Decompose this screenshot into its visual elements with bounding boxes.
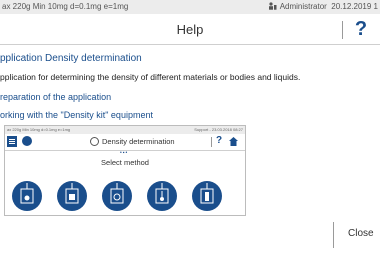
method-2-icon	[57, 181, 87, 211]
method-4-icon	[147, 181, 177, 211]
preview-title: Density determination	[102, 137, 175, 146]
page-indicator: •▪•	[120, 150, 129, 156]
preview-status-bar: ax 220g Min 10mg d=0.1mg e=1mg Support -…	[5, 126, 245, 134]
user-status: Administrator 20.12.2019 1	[268, 2, 378, 11]
preparation-link[interactable]: reparation of the application	[0, 92, 111, 102]
home-icon	[229, 137, 238, 146]
select-method-label: Select method	[101, 158, 149, 167]
footer-divider	[333, 222, 334, 248]
help-icon[interactable]: ?	[352, 17, 370, 41]
preview-help-icon: ?	[216, 135, 223, 146]
device-info: ax 220g Min 10mg d=0.1mg e=1mg	[2, 2, 129, 11]
density-icon	[90, 137, 99, 146]
density-screen-preview-image: ax 220g Min 10mg d=0.1mg e=1mg Support -…	[4, 125, 246, 216]
page-title: Help	[176, 22, 204, 37]
method-3-icon	[102, 181, 132, 211]
menu-icon	[7, 136, 17, 147]
help-heading: pplication Density determination	[0, 53, 142, 64]
preview-status-right: Support - 23.03.2018 08:27	[194, 127, 243, 132]
method-1-icon	[12, 181, 42, 211]
title-divider	[342, 21, 343, 39]
method-buttons	[5, 181, 245, 215]
footer-bar: Close	[0, 214, 380, 264]
status-date: 20.12.2019 1	[331, 2, 378, 11]
close-button[interactable]: Close	[348, 228, 374, 239]
working-with-density-kit-link[interactable]: orking with the "Density kit" equipment	[0, 110, 153, 120]
preview-title-divider	[211, 137, 212, 147]
status-bar: ax 220g Min 10mg d=0.1mg e=1mg Administr…	[0, 0, 380, 14]
user-icon	[268, 2, 277, 10]
user-name: Administrator	[279, 2, 327, 11]
title-bar: Help ?	[0, 14, 380, 45]
help-description: pplication for determining the density o…	[0, 72, 301, 82]
preview-title-bar: Density determination ?	[5, 134, 245, 151]
app-icon	[22, 136, 32, 146]
preview-status-left: ax 220g Min 10mg d=0.1mg e=1mg	[7, 127, 71, 132]
method-5-icon	[192, 181, 222, 211]
